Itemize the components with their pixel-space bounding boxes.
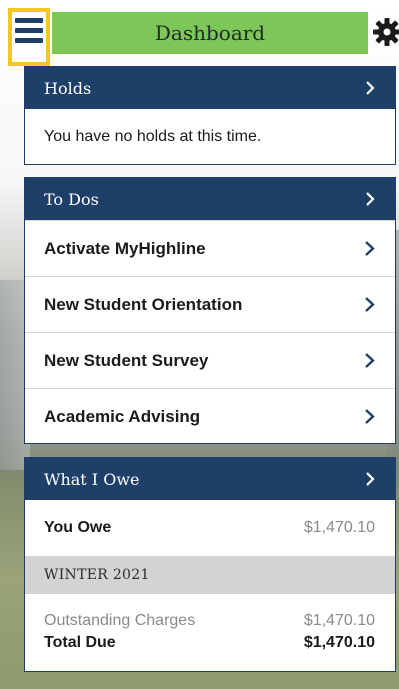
chevron-right-icon	[365, 297, 375, 312]
hamburger-menu-icon	[15, 18, 43, 44]
todo-item-label: New Student Orientation	[44, 294, 243, 314]
todo-item-activate-myhighline[interactable]: Activate MyHighline	[25, 220, 395, 276]
what-i-owe-card: What I Owe You Owe $1,470.10 WINTER 2021…	[24, 457, 396, 672]
todo-item-new-student-orientation[interactable]: New Student Orientation	[25, 276, 395, 332]
page-title: Dashboard	[154, 21, 266, 45]
holds-card: Holds You have no holds at this time.	[24, 66, 396, 165]
chevron-right-icon	[366, 81, 375, 95]
term-label: WINTER 2021	[25, 556, 395, 594]
chevron-right-icon	[365, 241, 375, 256]
todo-item-new-student-survey[interactable]: New Student Survey	[25, 332, 395, 388]
what-i-owe-title: What I Owe	[44, 469, 140, 489]
todo-item-label: Activate MyHighline	[44, 238, 206, 258]
todos-header[interactable]: To Dos	[25, 178, 395, 220]
gear-icon[interactable]	[373, 18, 399, 46]
total-due-label: Total Due	[44, 634, 116, 651]
total-due-row: Total Due $1,470.10	[44, 632, 375, 654]
outstanding-charges-row: Outstanding Charges $1,470.10	[44, 610, 375, 632]
holds-title: Holds	[44, 78, 92, 98]
what-i-owe-header[interactable]: What I Owe	[25, 458, 395, 500]
menu-button[interactable]	[8, 8, 50, 66]
todos-title: To Dos	[44, 189, 99, 209]
chevron-right-icon	[366, 192, 375, 206]
you-owe-row: You Owe $1,470.10	[25, 500, 395, 556]
outstanding-charges-label: Outstanding Charges	[44, 612, 196, 629]
charges-summary: Outstanding Charges $1,470.10 Total Due …	[25, 594, 395, 654]
todo-item-label: Academic Advising	[44, 406, 201, 426]
holds-header[interactable]: Holds	[25, 67, 395, 109]
holds-message: You have no holds at this time.	[44, 127, 262, 145]
todo-item-academic-advising[interactable]: Academic Advising	[25, 388, 395, 444]
outstanding-charges-amount: $1,470.10	[303, 612, 375, 629]
todo-item-label: New Student Survey	[44, 350, 209, 370]
you-owe-amount: $1,470.10	[303, 519, 375, 536]
chevron-right-icon	[365, 409, 375, 424]
total-due-amount: $1,470.10	[303, 634, 375, 651]
todos-card: To Dos Activate MyHighline New Student O…	[24, 177, 396, 444]
chevron-right-icon	[366, 472, 375, 486]
you-owe-label: You Owe	[44, 519, 112, 536]
title-bar: Dashboard	[52, 12, 368, 54]
chevron-right-icon	[365, 353, 375, 368]
